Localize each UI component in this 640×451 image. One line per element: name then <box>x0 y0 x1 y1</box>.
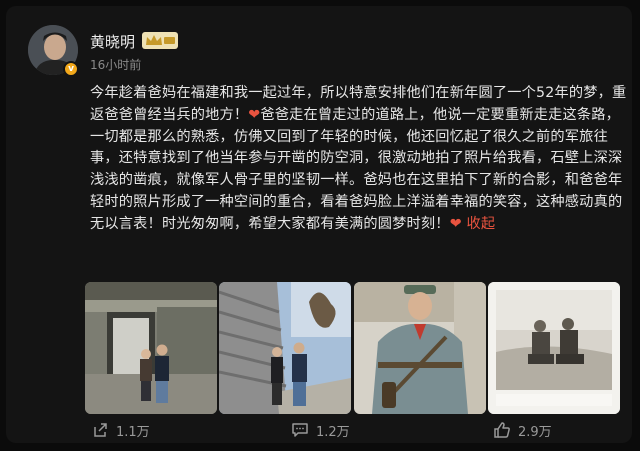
post-photo-tunnel-entrance[interactable] <box>85 282 217 414</box>
post-text-part-2: 爸爸走在曾走过的道路上，他说一定要重新走走这条路，一切都是那么的熟悉，仿佛又回到… <box>90 106 623 232</box>
thumbs-up-icon <box>494 422 510 438</box>
weibo-post-card: v 黄晓明 16小时前 今年趁着爸妈在福建和我一起过年，所以特意安排他们在新年圆… <box>6 6 632 443</box>
member-crown-badge-icon[interactable] <box>142 32 178 49</box>
post-photo-old-black-white[interactable] <box>488 282 620 414</box>
collapse-link[interactable]: 收起 <box>467 216 496 232</box>
verified-badge-icon: v <box>63 61 79 77</box>
post-body: 今年趁着爸妈在福建和我一起过年，所以特意安排他们在新年圆了一个52年的梦，重返爸… <box>90 83 630 236</box>
author-name[interactable]: 黄晓明 <box>90 31 135 52</box>
comment-button[interactable]: 1.2万 <box>291 419 350 441</box>
heart-emoji-icon: ❤ <box>248 106 261 123</box>
comment-icon <box>292 423 308 437</box>
post-photo-soldier-portrait[interactable] <box>354 282 486 414</box>
heart-emoji-icon: ❤ <box>449 215 462 232</box>
share-icon <box>94 423 107 437</box>
share-count: 1.1万 <box>116 424 150 440</box>
like-button[interactable]: 2.9万 <box>493 419 552 441</box>
post-photo-stone-wall[interactable] <box>219 282 351 414</box>
like-count: 2.9万 <box>518 424 552 440</box>
post-timestamp: 16小时前 <box>90 58 142 72</box>
post-action-bar: 1.1万 1.2万 2.9万 <box>6 416 632 443</box>
share-button[interactable]: 1.1万 <box>91 419 150 441</box>
comment-count: 1.2万 <box>316 424 350 440</box>
